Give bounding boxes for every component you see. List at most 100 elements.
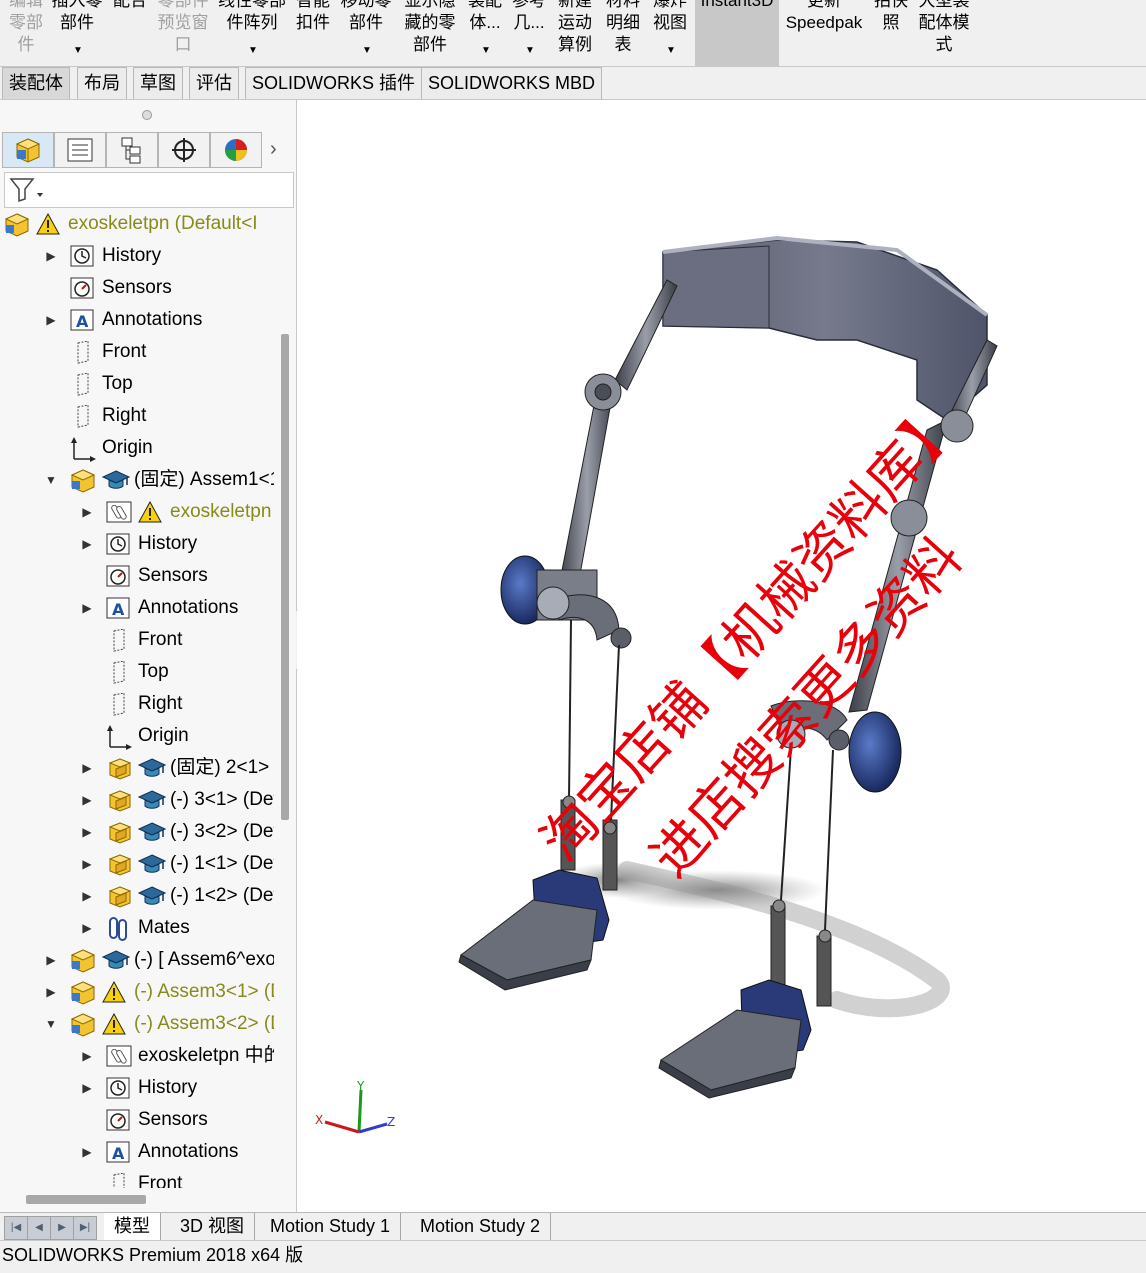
prev-tab-icon[interactable]: ◀ xyxy=(27,1216,51,1240)
dimxpert-manager-tab[interactable] xyxy=(158,132,210,168)
tree-node[interactable]: ▶ (-) 1<1> (Defau xyxy=(0,848,274,880)
part-icon xyxy=(106,789,132,812)
tab-model[interactable]: 模型 xyxy=(104,1213,161,1240)
display-manager-tab[interactable] xyxy=(210,132,262,168)
property-manager-tab[interactable] xyxy=(54,132,106,168)
tab-3d-views[interactable]: 3D 视图 xyxy=(170,1213,256,1240)
tree-node[interactable]: Top xyxy=(0,368,274,400)
expand-arrow-icon[interactable]: ▶ xyxy=(80,1136,94,1168)
large-assembly-mode-button[interactable]: 大型装 配体模 式 xyxy=(916,0,972,66)
chevron-down-icon[interactable]: ▼ xyxy=(525,40,535,62)
first-tab-icon[interactable]: |◀ xyxy=(4,1216,28,1240)
tree-node[interactable]: Right xyxy=(0,688,274,720)
assembly-features-button[interactable]: 装配 体... ▼ xyxy=(466,0,504,66)
tab-solidworks-addins[interactable]: SOLIDWORKS 插件 xyxy=(245,67,423,99)
chevron-down-icon[interactable]: ▼ xyxy=(666,40,676,62)
tree-node[interactable]: ▶ History xyxy=(0,1072,274,1104)
tree-node[interactable]: ▶ exoskeletpn 中的 xyxy=(0,496,274,528)
bill-of-materials-button[interactable]: 材料 明细 表 xyxy=(604,0,642,66)
tree-node[interactable]: Front xyxy=(0,1168,274,1188)
expand-arrow-icon[interactable]: ▶ xyxy=(44,304,58,336)
tree-node[interactable]: Front xyxy=(0,624,274,656)
tree-node[interactable]: Sensors xyxy=(0,1104,274,1136)
smart-fasteners-button[interactable]: 智能 扣件 xyxy=(294,0,332,66)
expand-arrow-icon[interactable]: ▶ xyxy=(80,752,94,784)
collapse-arrow-icon[interactable]: ▼ xyxy=(44,464,58,496)
tab-motion-study-2[interactable]: Motion Study 2 xyxy=(410,1213,552,1240)
tree-filter[interactable] xyxy=(4,172,294,208)
tree-node[interactable]: ▶ History xyxy=(0,528,274,560)
configuration-manager-tab[interactable] xyxy=(106,132,158,168)
tab-evaluate[interactable]: 评估 xyxy=(189,67,239,99)
chevron-down-icon[interactable]: ▼ xyxy=(481,40,491,62)
tree-node[interactable]: Front xyxy=(0,336,274,368)
tree-node[interactable]: Origin xyxy=(0,432,274,464)
tree-node[interactable]: ▶ A Annotations xyxy=(0,1136,274,1168)
expand-arrow-icon[interactable]: ▶ xyxy=(80,496,94,528)
tree-vertical-scrollbar[interactable] xyxy=(276,330,294,1190)
tab-layout[interactable]: 布局 xyxy=(77,67,127,99)
expand-arrow-icon[interactable]: ▶ xyxy=(44,944,58,976)
expand-arrow-icon[interactable]: ▶ xyxy=(80,816,94,848)
chevron-down-icon[interactable]: ▼ xyxy=(362,40,372,62)
insert-component-button[interactable]: 插入零 部件 ▼ xyxy=(50,0,104,66)
expand-arrow-icon[interactable]: ▶ xyxy=(80,848,94,880)
tree-node[interactable]: ▶ A Annotations xyxy=(0,592,274,624)
linear-pattern-button[interactable]: 线性零部 件阵列 ▼ xyxy=(216,0,288,66)
scrollbar-thumb[interactable] xyxy=(281,334,289,820)
tab-assembly[interactable]: 装配体 xyxy=(2,67,70,99)
expand-arrow-icon[interactable]: ▶ xyxy=(80,784,94,816)
expand-arrow-icon[interactable]: ▶ xyxy=(80,880,94,912)
tree-node[interactable]: ▶ History xyxy=(0,240,274,272)
component-preview-button[interactable]: 零部件 预览窗 口 xyxy=(156,0,210,66)
new-motion-study-button[interactable]: 新建 运动 算例 xyxy=(556,0,594,66)
tab-motion-study-1[interactable]: Motion Study 1 xyxy=(260,1213,402,1240)
tree-node[interactable]: ▶ Mates xyxy=(0,912,274,944)
chevron-down-icon[interactable]: ▼ xyxy=(248,40,258,62)
instant3d-button[interactable]: Instant3D xyxy=(695,0,779,66)
next-tab-icon[interactable]: ▶ xyxy=(50,1216,74,1240)
expand-arrow-icon[interactable]: ▶ xyxy=(80,528,94,560)
show-hidden-button[interactable]: 显示隐 藏的零 部件 xyxy=(402,0,458,66)
tree-node[interactable]: Right xyxy=(0,400,274,432)
expand-arrow-icon[interactable]: ▶ xyxy=(80,912,94,944)
tree-node[interactable]: Top xyxy=(0,656,274,688)
mate-button[interactable]: 配合 xyxy=(110,0,150,66)
tree-horizontal-scrollbar[interactable] xyxy=(0,1190,276,1210)
chevron-right-icon[interactable]: › xyxy=(270,138,277,161)
tree-node[interactable]: ▶ (-) [ Assem6^exosk xyxy=(0,944,274,976)
tree-node[interactable]: Sensors xyxy=(0,560,274,592)
tree-node[interactable]: ▶ exoskeletpn 中的配合 xyxy=(0,1040,274,1072)
feature-manager-tab[interactable] xyxy=(2,132,54,168)
tree-node[interactable]: ▶ (-) 3<1> (Defau xyxy=(0,784,274,816)
panel-handle[interactable] xyxy=(142,110,152,120)
reference-geometry-button[interactable]: 参考 几... ▼ xyxy=(510,0,548,66)
expand-arrow-icon[interactable]: ▶ xyxy=(80,1040,94,1072)
chevron-down-icon[interactable]: ▼ xyxy=(73,40,83,62)
edit-component-button[interactable]: 编辑 零部 件 xyxy=(6,0,46,66)
move-component-button[interactable]: 移动零 部件 ▼ xyxy=(338,0,394,66)
collapse-arrow-icon[interactable]: ▼ xyxy=(44,1008,58,1040)
tree-node[interactable]: ▼ (-) Assem3<2> (De xyxy=(0,1008,274,1040)
tree-node[interactable]: ▶ (-) Assem3<1> (De xyxy=(0,976,274,1008)
expand-arrow-icon[interactable]: ▶ xyxy=(80,1072,94,1104)
tree-node[interactable]: Origin xyxy=(0,720,274,752)
expand-arrow-icon[interactable]: ▶ xyxy=(44,976,58,1008)
tab-sketch[interactable]: 草图 xyxy=(133,67,183,99)
tree-node[interactable]: ▶ (-) 3<2> (Defau xyxy=(0,816,274,848)
tree-node[interactable]: ▶ (-) 1<2> (Defau xyxy=(0,880,274,912)
scrollbar-thumb[interactable] xyxy=(26,1195,146,1204)
tab-solidworks-mbd[interactable]: SOLIDWORKS MBD xyxy=(421,67,603,99)
last-tab-icon[interactable]: ▶| xyxy=(73,1216,97,1240)
update-speedpak-button[interactable]: 更新 Speedpak xyxy=(784,0,864,66)
tree-node[interactable]: Sensors xyxy=(0,272,274,304)
expand-arrow-icon[interactable]: ▶ xyxy=(44,240,58,272)
tree-node[interactable]: ▶ A Annotations xyxy=(0,304,274,336)
take-snapshot-button[interactable]: 拍快 照 xyxy=(872,0,910,66)
tree-node[interactable]: ▼ (固定) Assem1<1> ( xyxy=(0,464,274,496)
tree-node[interactable]: exoskeletpn (Default<I xyxy=(0,208,274,240)
graphics-area[interactable]: Y X Z 淘宝店铺【机械资料库】 进店搜索更多资料 xyxy=(297,100,1146,1212)
tree-node[interactable]: ▶ (固定) 2<1> (De xyxy=(0,752,274,784)
exploded-view-button[interactable]: 爆炸 视图 ▼ xyxy=(650,0,690,66)
expand-arrow-icon[interactable]: ▶ xyxy=(80,592,94,624)
